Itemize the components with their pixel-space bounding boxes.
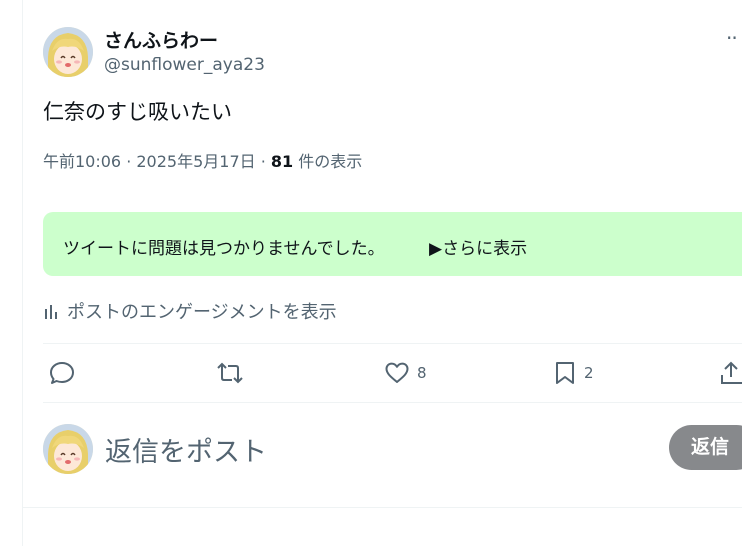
author-display-name[interactable]: さんふらわー xyxy=(104,26,218,53)
reply-icon xyxy=(50,362,74,384)
view-count: 81 xyxy=(270,152,294,171)
share-button[interactable] xyxy=(719,359,742,387)
like-button[interactable]: 8 xyxy=(384,359,427,387)
bookmark-count: 2 xyxy=(584,364,594,382)
divider xyxy=(23,507,742,508)
repost-button[interactable] xyxy=(216,359,244,387)
heart-icon xyxy=(385,362,409,383)
user-avatar xyxy=(43,424,93,474)
divider xyxy=(43,402,742,403)
view-count-suffix: 件の表示 xyxy=(293,152,363,171)
bookmark-button[interactable]: 2 xyxy=(553,359,594,387)
reply-button[interactable] xyxy=(49,359,75,387)
engagement-label: ポストのエンゲージメントを表示 xyxy=(67,302,337,323)
like-count: 8 xyxy=(417,364,427,382)
reply-submit-button[interactable]: 返信 xyxy=(669,425,742,470)
timeline-border xyxy=(22,0,23,546)
author-handle[interactable]: @sunflower_aya23 xyxy=(104,55,265,75)
repost-icon xyxy=(217,362,243,384)
more-options-icon[interactable]: ·· xyxy=(726,26,738,50)
post-meta: 午前10:06 · 2025年5月17日 · 81 件の表示 xyxy=(43,148,362,172)
post-text: 仁奈のすじ吸いたい xyxy=(43,100,232,124)
post-timestamp[interactable]: 午前10:06 · 2025年5月17日 · xyxy=(43,152,271,171)
analytics-icon xyxy=(45,305,57,319)
bookmark-icon xyxy=(556,362,574,384)
share-icon xyxy=(721,361,742,384)
author-avatar[interactable] xyxy=(43,27,93,77)
moderation-notice: ツイートに問題は見つかりませんでした。 ▶さらに表示 xyxy=(43,212,742,276)
notice-show-more[interactable]: ▶さらに表示 xyxy=(429,234,527,259)
view-engagement-link[interactable]: ポストのエンゲージメントを表示 xyxy=(43,298,337,324)
reply-input[interactable]: 返信をポスト xyxy=(105,430,267,469)
notice-text: ツイートに問題は見つかりませんでした。 xyxy=(63,239,385,259)
divider xyxy=(43,343,742,344)
